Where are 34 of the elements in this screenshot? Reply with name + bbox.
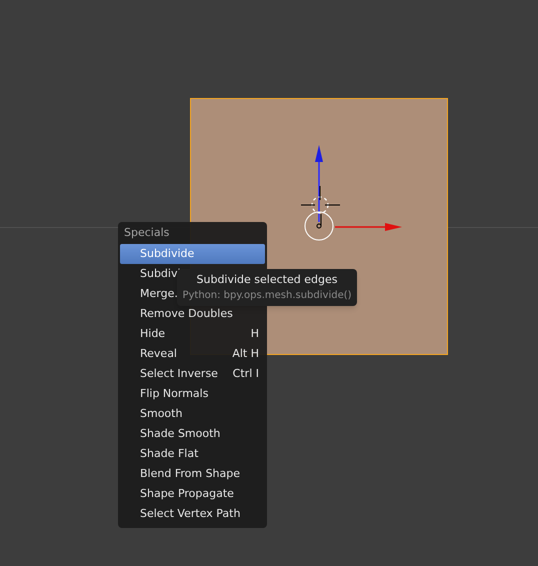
menu-item[interactable]: Shade Flat <box>120 444 265 464</box>
menu-item-label: Select Vertex Path <box>140 506 240 522</box>
right-arrow-icon <box>335 223 402 231</box>
menu-item-label: Flip Normals <box>140 386 208 402</box>
cursor-icon <box>300 186 340 214</box>
menu-item[interactable]: Flip Normals <box>120 384 265 404</box>
menu-item-label: Smooth <box>140 406 182 422</box>
menu-item-label: Select Inverse <box>140 366 218 382</box>
up-arrow-icon <box>315 145 323 222</box>
menu-item-label: Remove Doubles <box>140 306 233 322</box>
menu-item-label: Blend From Shape <box>140 466 240 482</box>
tooltip-description: Subdivide selected edges <box>196 272 338 288</box>
menu-item-label: Reveal <box>140 346 177 362</box>
menu-item[interactable]: Reveal Alt H <box>120 344 265 364</box>
menu-title: Specials <box>123 225 170 241</box>
menu-item-label: Shade Smooth <box>140 426 220 442</box>
menu-item-label: Shade Flat <box>140 446 198 462</box>
menu-item[interactable]: Subdivide <box>120 244 265 264</box>
menu-item[interactable]: Hide H <box>120 324 265 344</box>
menu-item[interactable]: Remove Doubles <box>120 304 265 324</box>
tooltip-python: Python: bpy.ops.mesh.subdivide() <box>182 289 352 304</box>
pivot-icon <box>304 212 334 240</box>
menu-item[interactable]: Blend From Shape <box>120 464 265 484</box>
menu-item-label: Shape Propagate <box>140 486 234 502</box>
shortcut-label: H <box>250 326 259 342</box>
menu-item[interactable]: Shade Smooth <box>120 424 265 444</box>
menu-item[interactable]: Select Inverse Ctrl I <box>120 364 265 384</box>
menu-item[interactable]: Smooth <box>120 404 265 424</box>
menu-item-label: Subdivide <box>140 246 194 262</box>
menu-item[interactable]: Select Vertex Path <box>120 504 265 524</box>
shortcut-label: Ctrl I <box>232 366 259 382</box>
menu-item[interactable]: Shape Propagate <box>120 484 265 504</box>
menu-item-label: Hide <box>140 326 166 342</box>
shortcut-label: Alt H <box>232 346 259 362</box>
